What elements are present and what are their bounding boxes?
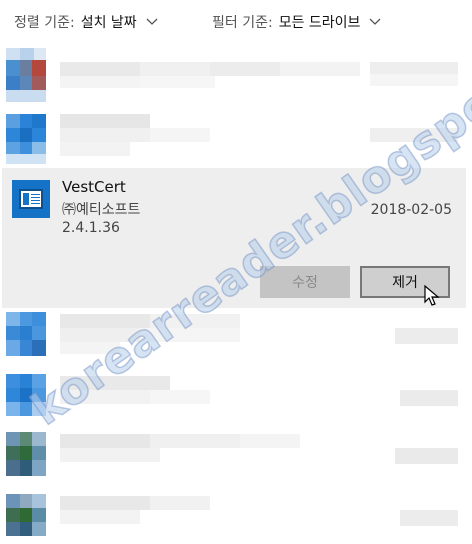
sort-dropdown[interactable]: 정렬 기준: 설치 날짜	[14, 12, 158, 32]
app-list-item-selected[interactable]: VestCert ㈜예티소프트 2.4.1.36 2018-02-05 수정 제…	[2, 168, 466, 308]
mouse-cursor-icon	[424, 285, 440, 306]
sort-value: 설치 날짜	[80, 15, 137, 31]
app-version: 2.4.1.36	[62, 220, 120, 236]
chevron-down-icon	[369, 18, 381, 25]
chevron-down-icon	[146, 18, 158, 25]
modify-button[interactable]: 수정	[260, 266, 350, 298]
install-date: 2018-02-05	[370, 202, 452, 218]
filter-label: 필터 기준:	[212, 15, 273, 31]
list-item[interactable]	[0, 312, 472, 370]
list-item[interactable]	[0, 492, 472, 544]
sort-label: 정렬 기준:	[14, 15, 75, 31]
list-item[interactable]	[0, 432, 472, 490]
list-item[interactable]	[0, 372, 472, 430]
app-name: VestCert	[62, 178, 126, 196]
filter-dropdown[interactable]: 필터 기준: 모든 드라이브	[212, 12, 381, 32]
filter-value: 모든 드라이브	[278, 15, 361, 31]
list-item[interactable]	[0, 110, 472, 168]
filter-bar: 정렬 기준: 설치 날짜 필터 기준: 모든 드라이브	[0, 0, 472, 44]
vestcert-app-icon	[12, 180, 50, 218]
list-item[interactable]	[0, 48, 472, 106]
app-publisher: ㈜예티소프트	[62, 202, 141, 218]
